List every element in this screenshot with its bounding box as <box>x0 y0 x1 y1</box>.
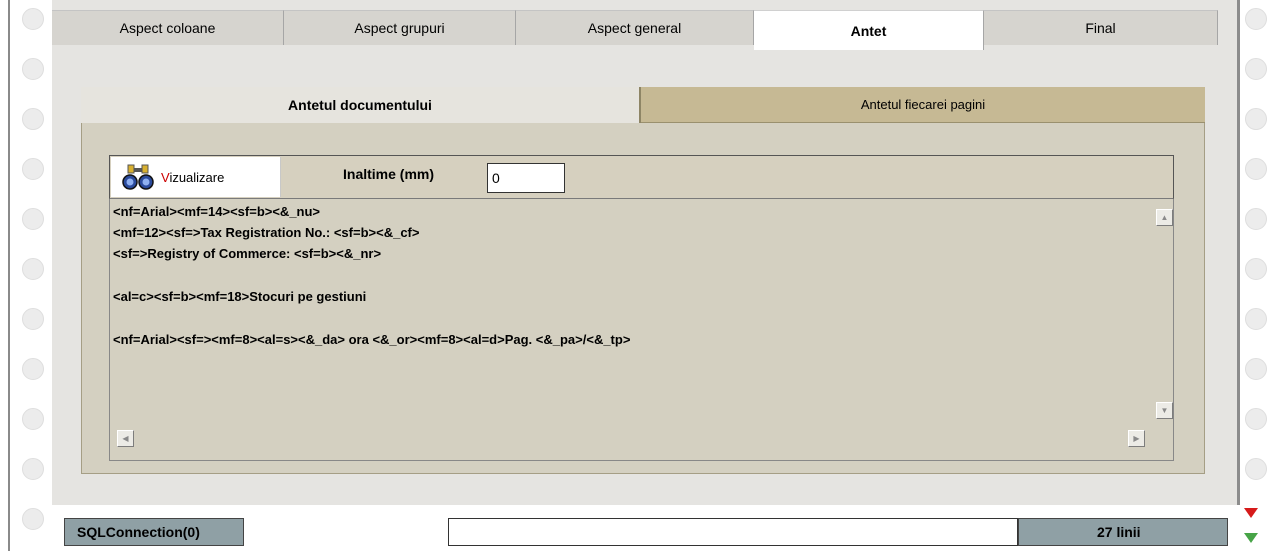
editor-line: <sf=>Registry of Commerce: <sf=b><&_nr> <box>113 246 382 261</box>
vizualizare-button[interactable]: Vizualizare <box>111 157 281 197</box>
tab-aspect-coloane[interactable]: Aspect coloane <box>52 10 284 45</box>
right-decor-strip <box>1241 0 1267 551</box>
left-decor-strip <box>18 0 48 551</box>
scroll-left-icon[interactable]: ◀ <box>117 430 134 447</box>
tab-aspect-grupuri[interactable]: Aspect grupuri <box>284 10 516 45</box>
scroll-up-icon[interactable]: ▲ <box>1156 209 1173 226</box>
header-editor[interactable]: <nf=Arial><mf=14><sf=b><&_nu> <mf=12><sf… <box>109 199 1174 461</box>
editor-line: <nf=Arial><mf=14><sf=b><&_nu> <box>113 204 321 219</box>
scroll-right-icon[interactable]: ▶ <box>1128 430 1145 447</box>
tab-antetul-documentului[interactable]: Antetul documentului <box>81 87 641 123</box>
scroll-down-icon[interactable]: ▼ <box>1156 402 1173 419</box>
row-count-status: 27 linii <box>1018 518 1228 546</box>
connection-status: SQLConnection(0) <box>64 518 244 546</box>
editor-line: <nf=Arial><sf=><mf=8><al=s><&_da> ora <&… <box>113 332 631 347</box>
editor-line: <mf=12><sf=>Tax Registration No.: <sf=b>… <box>113 225 420 240</box>
tab-antet[interactable]: Antet <box>754 10 984 50</box>
left-border-line <box>8 0 10 551</box>
arrow-down-red-icon[interactable] <box>1244 508 1258 518</box>
arrow-down-green-icon[interactable] <box>1244 533 1258 543</box>
inaltime-label: Inaltime (mm) <box>343 166 435 182</box>
vizualizare-label: Vizualizare <box>161 169 225 185</box>
inaltime-input[interactable] <box>487 163 565 193</box>
tab-antetul-fiecarei-pagini[interactable]: Antetul fiecarei pagini <box>641 87 1205 123</box>
tab-aspect-general[interactable]: Aspect general <box>516 10 754 45</box>
progress-bar <box>448 518 1018 546</box>
editor-line: <al=c><sf=b><mf=18>Stocuri pe gestiuni <box>113 289 367 304</box>
tab-final[interactable]: Final <box>984 10 1218 45</box>
binoculars-icon <box>122 164 154 190</box>
